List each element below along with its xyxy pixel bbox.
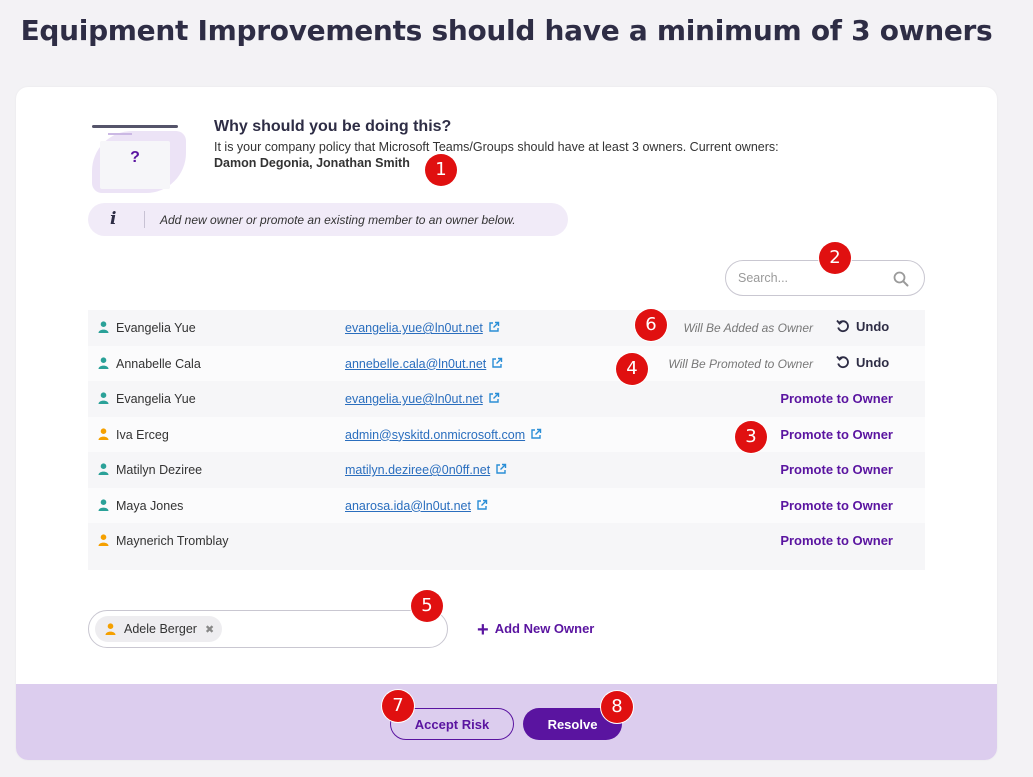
member-email-link[interactable]: matilyn.deziree@0n0ff.net <box>345 463 507 477</box>
member-email-text: evangelia.yue@ln0ut.net <box>345 392 483 406</box>
info-bar: i Add new owner or promote an existing m… <box>88 203 568 236</box>
member-email-text: anarosa.ida@ln0ut.net <box>345 498 471 513</box>
member-row: Matilyn Deziree matilyn.deziree@0n0ff.net… <box>88 452 925 487</box>
owner-chip-name: Adele Berger <box>124 622 197 636</box>
user-icon <box>98 463 109 475</box>
question-illustration: ? <box>88 117 188 202</box>
callout-marker: 5 <box>411 590 443 622</box>
promote-to-owner-button[interactable]: Promote to Owner <box>780 462 893 477</box>
promote-to-owner-button[interactable]: Promote to Owner <box>780 533 893 548</box>
undo-label: Undo <box>856 319 890 334</box>
callout-marker: 6 <box>635 309 667 341</box>
undo-label: Undo <box>856 354 890 370</box>
member-email-link[interactable]: anarosa.ida@ln0ut.net <box>345 499 488 513</box>
member-email-text: annebelle.cala@ln0ut.net <box>345 356 487 371</box>
member-row: Evangelia Yue evangelia.yue@ln0ut.net Will… <box>88 310 925 345</box>
member-email-link[interactable]: admin@syskitd.onmicrosoft.com <box>345 428 542 442</box>
promote-to-owner-button[interactable]: Promote to Owner <box>780 498 893 513</box>
undo-button[interactable]: Undo <box>836 355 889 370</box>
member-row: Maynerich Tromblay Promote to Owner <box>88 523 925 558</box>
search-input[interactable] <box>738 269 888 287</box>
external-link-icon <box>531 428 542 439</box>
external-link-icon <box>492 357 503 368</box>
external-link-icon <box>489 321 499 332</box>
info-icon: i <box>110 209 117 229</box>
member-name: Maynerich Tromblay <box>116 534 229 548</box>
callout-marker: 1 <box>425 154 457 186</box>
add-new-owner-label: Add New Owner <box>494 621 595 636</box>
action-footer: Accept Risk Resolve <box>16 684 997 760</box>
member-row: Evangelia Yue evangelia.yue@ln0ut.net Prom… <box>88 381 925 416</box>
new-owner-picker[interactable]: Adele Berger ✖ <box>88 610 448 648</box>
member-name: Matilyn Deziree <box>116 463 203 477</box>
explanation-text: It is your company policy that Microsoft… <box>214 140 779 154</box>
member-email-text: matilyn.deziree@0n0ff.net <box>345 463 491 477</box>
remove-chip-icon[interactable]: ✖ <box>205 623 214 636</box>
add-new-owner-button[interactable]: + Add New Owner <box>477 619 594 642</box>
member-row: Annabelle Cala annebelle.cala@ln0ut.net Wi… <box>88 345 925 381</box>
member-name: Iva Erceg <box>116 427 169 442</box>
user-icon <box>98 498 109 511</box>
member-email-text: admin@syskitd.onmicrosoft.com <box>345 427 526 442</box>
question-mark-icon: ? <box>130 149 140 166</box>
members-table: Evangelia Yue evangelia.yue@ln0ut.net Will… <box>88 310 925 570</box>
info-text: Add new owner or promote an existing mem… <box>160 213 516 227</box>
promote-to-owner-button[interactable]: Promote to Owner <box>780 391 893 406</box>
user-icon <box>98 427 109 440</box>
callout-marker: 8 <box>601 691 633 723</box>
undo-button[interactable]: Undo <box>836 319 889 334</box>
member-row: Iva Erceg admin@syskitd.onmicrosoft.com Pr… <box>88 416 925 452</box>
undo-icon <box>836 319 849 333</box>
explanation-heading: Why should you be doing this? <box>214 118 452 135</box>
callout-marker: 3 <box>735 421 767 453</box>
owners-card: ? Why should you be doing this? It is yo… <box>16 87 997 760</box>
info-divider <box>144 211 145 228</box>
member-email-link[interactable]: annebelle.cala@ln0ut.net <box>345 357 503 371</box>
member-email-link[interactable]: evangelia.yue@ln0ut.net <box>345 321 500 335</box>
current-owners: Damon Degonia, Jonathan Smith <box>214 156 410 170</box>
user-icon <box>98 321 109 333</box>
plus-icon: + <box>477 619 489 641</box>
member-name: Maya Jones <box>116 498 184 513</box>
member-name: Evangelia Yue <box>116 321 196 335</box>
member-email-text: evangelia.yue@ln0ut.net <box>345 321 483 335</box>
member-status: Will Be Promoted to Owner <box>668 356 813 371</box>
user-icon <box>98 392 109 404</box>
callout-marker: 4 <box>616 353 648 385</box>
member-email-link[interactable]: evangelia.yue@ln0ut.net <box>345 392 500 406</box>
external-link-icon <box>489 392 499 403</box>
undo-icon <box>836 355 849 368</box>
member-name: Annabelle Cala <box>116 356 201 371</box>
search-icon[interactable] <box>892 270 910 288</box>
user-icon <box>98 534 109 546</box>
external-link-icon <box>496 463 507 474</box>
callout-marker: 7 <box>382 690 414 722</box>
member-row: Maya Jones anarosa.ida@ln0ut.net Promote t… <box>88 487 925 523</box>
user-icon <box>105 623 116 635</box>
member-status: Will Be Added as Owner <box>683 321 813 335</box>
callout-marker: 2 <box>819 242 851 274</box>
member-name: Evangelia Yue <box>116 392 196 406</box>
page-title: Equipment Improvements should have a min… <box>20 14 993 47</box>
promote-to-owner-button[interactable]: Promote to Owner <box>780 427 893 442</box>
user-icon <box>98 356 109 369</box>
external-link-icon <box>477 499 488 510</box>
owner-chip: Adele Berger ✖ <box>95 616 223 642</box>
